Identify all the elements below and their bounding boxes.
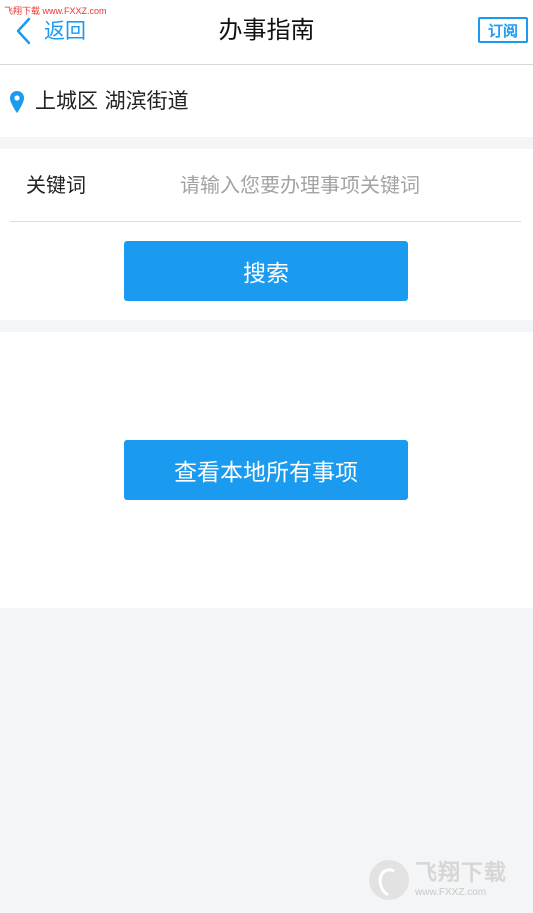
view-all-items-button[interactable]: 查看本地所有事项 — [124, 440, 408, 500]
location-text: 上城区 湖滨街道 — [35, 89, 189, 113]
watermark-main-text: 飞翔下载 — [415, 860, 508, 886]
keyword-input[interactable] — [180, 167, 480, 203]
subscribe-button[interactable]: 订阅 — [478, 17, 528, 43]
keyword-label: 关键词 — [26, 173, 86, 197]
watermark-top: 飞翔下载 www.FXXZ.com — [4, 6, 107, 16]
keyword-row: 关键词 — [10, 149, 521, 222]
search-panel: 关键词 搜索 — [0, 149, 533, 320]
local-items-panel: 查看本地所有事项 — [0, 332, 533, 608]
back-button-label: 返回 — [44, 18, 86, 43]
search-button[interactable]: 搜索 — [124, 241, 408, 301]
location-selector[interactable]: 上城区 湖滨街道 — [0, 65, 533, 137]
location-pin-icon — [10, 91, 24, 113]
watermark-url-text: www.FXXZ.com — [415, 886, 487, 898]
watermark-text: 飞翔下载 www.FXXZ.com — [415, 861, 507, 899]
back-button[interactable]: 返回 — [12, 14, 86, 48]
watermark-logo: 飞翔下载 www.FXXZ.com — [369, 856, 523, 903]
chevron-left-icon — [16, 17, 31, 45]
watermark-emblem-icon — [369, 859, 409, 900]
